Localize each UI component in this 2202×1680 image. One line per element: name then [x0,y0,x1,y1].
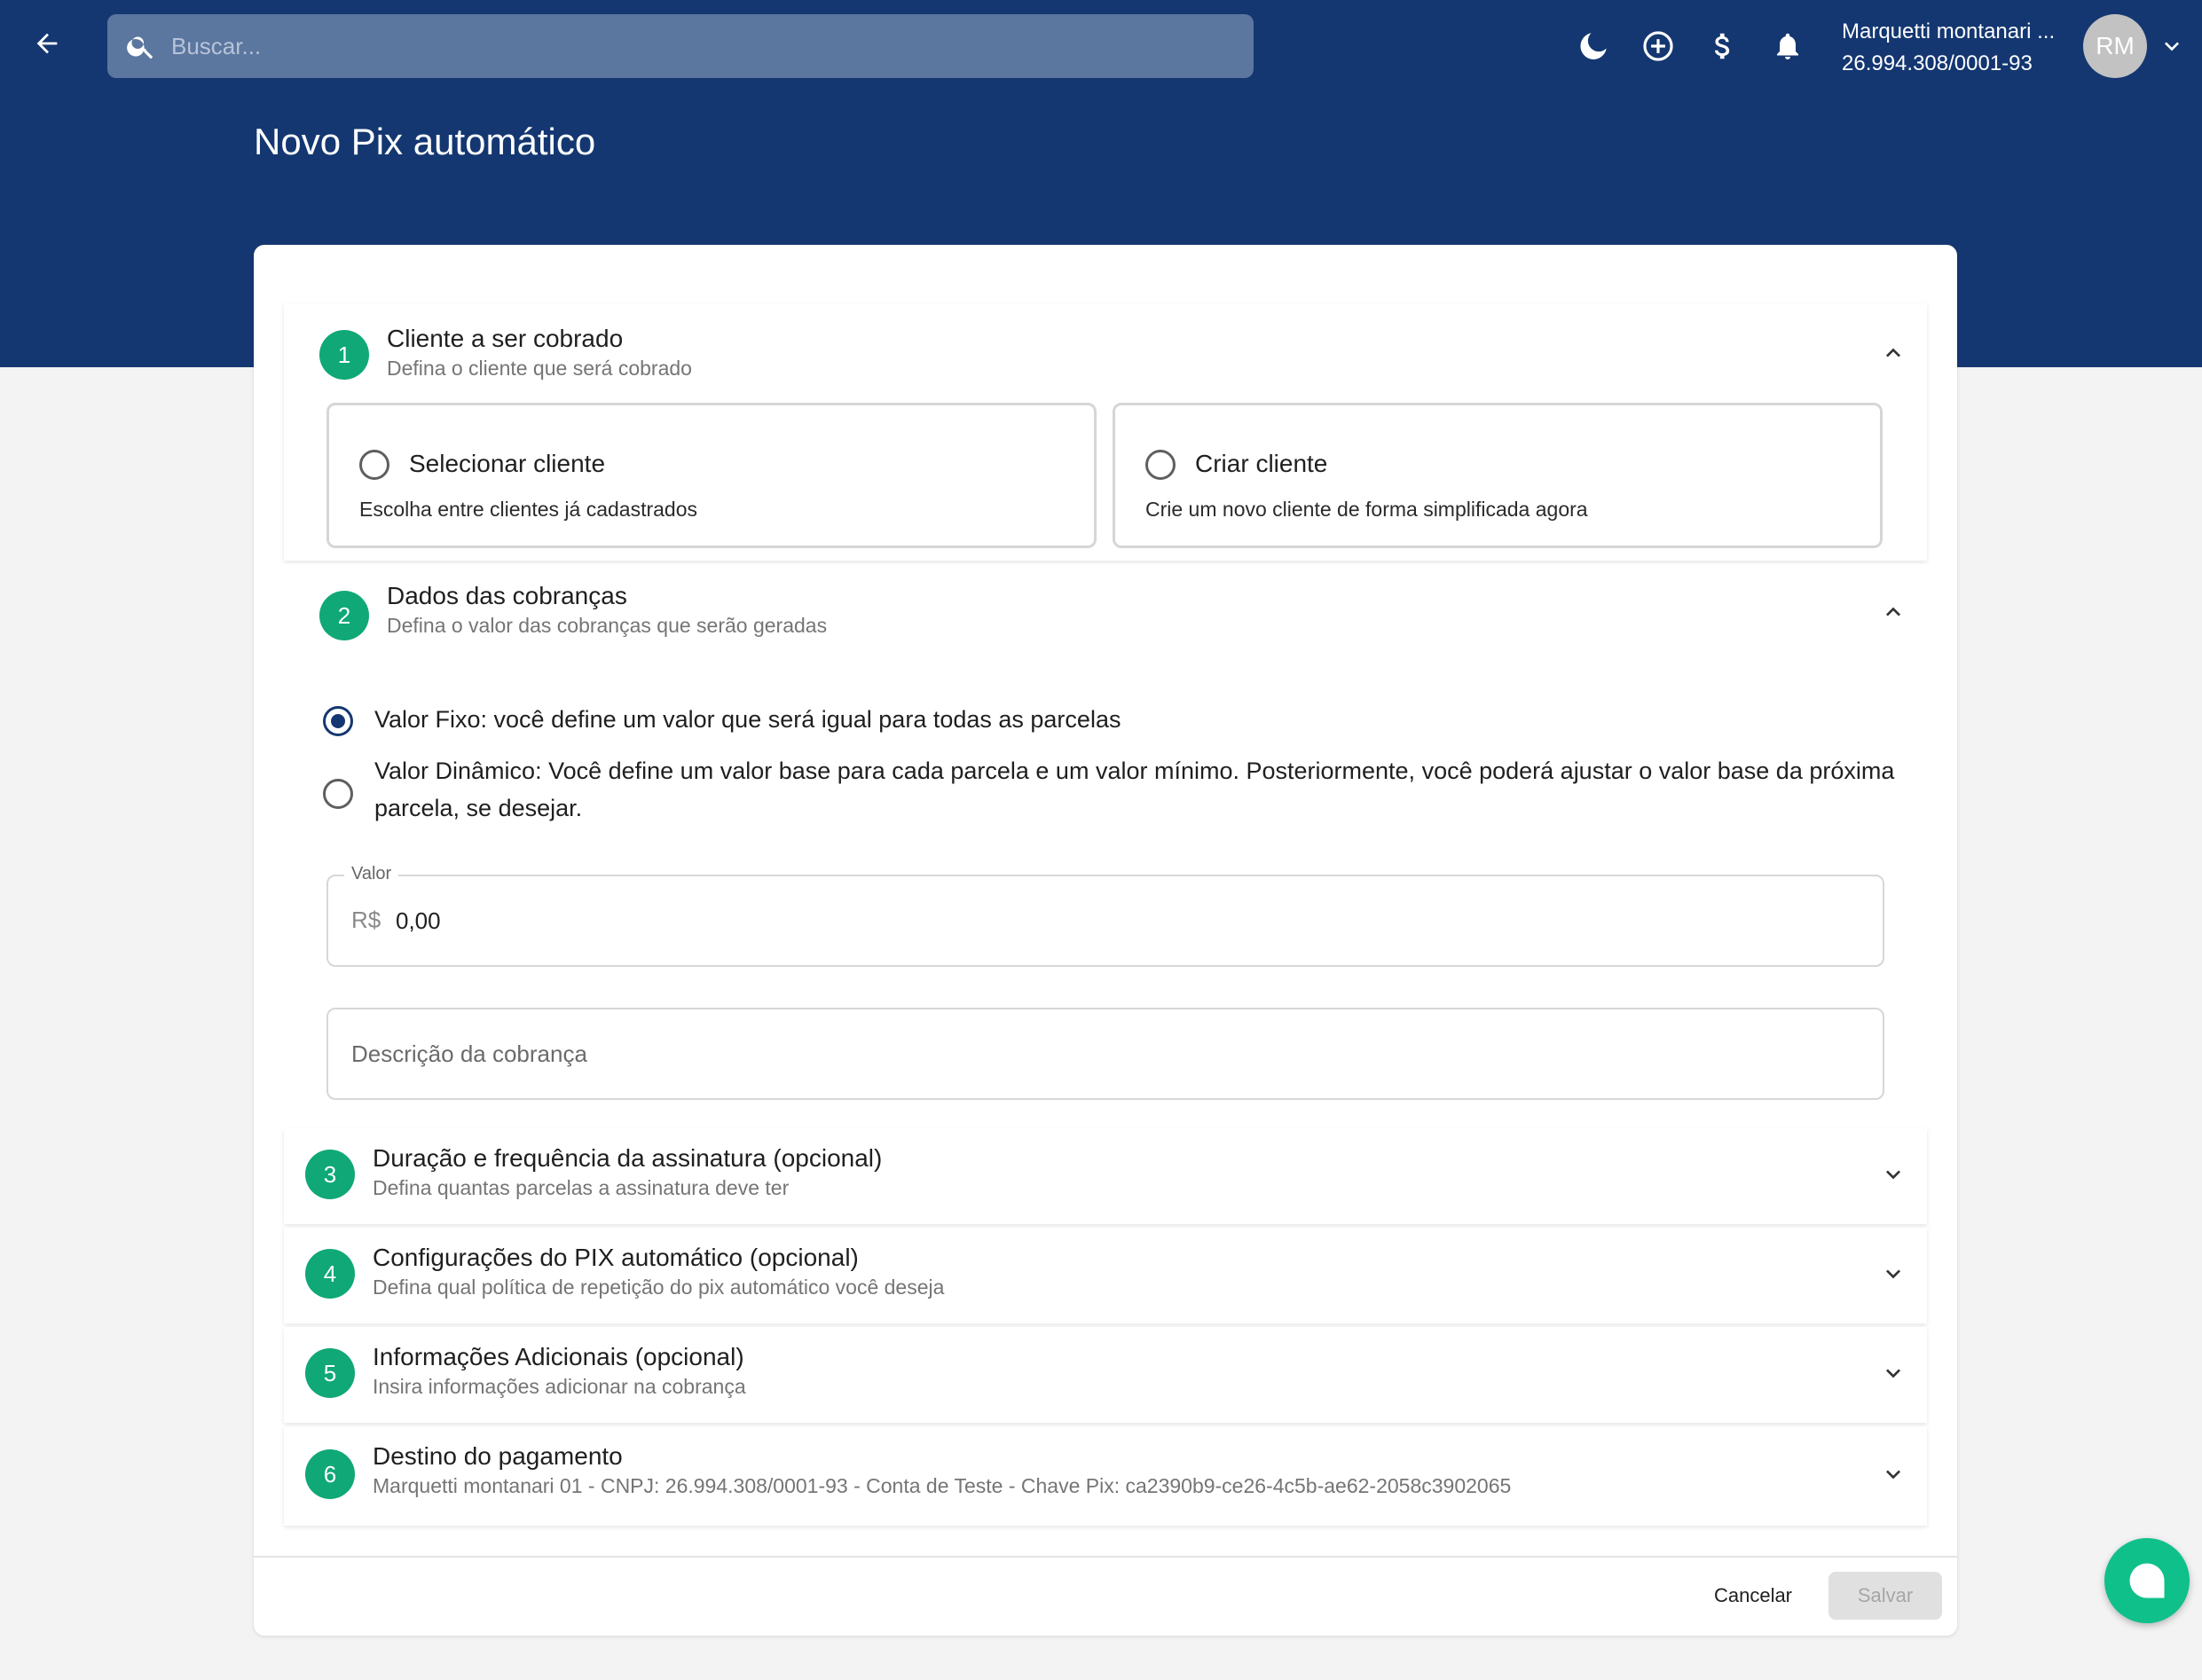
plus-circle-icon [1643,31,1673,61]
search-icon [127,36,153,59]
option-title: Criar cliente [1195,450,1328,477]
radio-select-client[interactable] [359,450,389,480]
dollar-icon [1714,33,1730,59]
section-subtitle: Marquetti montanari 01 - CNPJ: 26.994.30… [373,1474,1512,1497]
section-title: Configurações do PIX automático (opciona… [373,1244,859,1271]
section-payment-destination[interactable]: 6 Destino do pagamento Marquetti montana… [284,1426,1927,1526]
avatar[interactable]: RM [2083,14,2147,78]
option-create-client[interactable]: Criar cliente Crie um novo cliente de fo… [1113,403,1883,548]
amount-input[interactable] [396,901,1851,940]
collapse-button[interactable] [1879,339,1907,372]
option-select-client[interactable]: Selecionar cliente Escolha entre cliente… [326,403,1097,548]
create-button[interactable] [1639,27,1678,66]
search-input[interactable] [171,32,1236,60]
step-badge: 5 [305,1348,355,1398]
collapse-button[interactable] [1879,598,1907,631]
bell-icon [1777,33,1798,59]
section-title: Cliente a ser cobrado [387,325,624,352]
section-duration[interactable]: 3 Duração e frequência da assinatura (op… [284,1128,1927,1224]
radio-dynamic-value[interactable] [323,779,353,809]
step-badge: 4 [305,1249,355,1299]
footer-divider [254,1556,1957,1558]
page-title: Novo Pix automático [254,121,596,162]
option-title: Selecionar cliente [409,450,606,477]
option-description: Escolha entre clientes já cadastrados [359,498,697,521]
radio-dynamic-label: Valor Dinâmico: Você define um valor bas… [374,758,1895,821]
option-description: Crie um novo cliente de forma simplifica… [1145,498,1588,521]
section-subtitle: Defina qual política de repetição do pix… [373,1276,945,1299]
chevron-down-icon [1886,1170,1900,1180]
chat-icon [2129,1563,2165,1598]
search-bar[interactable] [107,14,1254,78]
section-subtitle: Defina o cliente que será cobrado [387,357,692,380]
chevron-up-icon [1886,348,1900,357]
section-charges: 2 Dados das cobranças Defina o valor das… [284,564,1927,1128]
expand-button[interactable] [1879,1160,1907,1193]
form-card: 1 Cliente a ser cobrado Defina o cliente… [254,245,1957,1636]
moon-icon [1580,33,1607,60]
chevron-down-icon [1886,1269,1900,1279]
description-input[interactable] [351,1034,1860,1073]
expand-button[interactable] [1879,1359,1907,1392]
step-badge: 6 [305,1449,355,1499]
section-subtitle: Insira informações adicionar na cobrança [373,1375,746,1398]
dark-mode-toggle[interactable] [1574,27,1613,66]
step-badge: 3 [305,1150,355,1199]
user-name: Marquetti montanari ... [1842,20,2056,43]
save-button[interactable]: Salvar [1828,1572,1942,1620]
user-menu-toggle[interactable] [2158,32,2186,65]
user-info[interactable]: Marquetti montanari ... 26.994.308/0001-… [1842,16,2055,80]
section-client: 1 Cliente a ser cobrado Defina o cliente… [284,303,1927,561]
radio-create-client[interactable] [1145,450,1176,480]
back-button[interactable] [27,23,67,64]
expand-button[interactable] [1879,1460,1907,1493]
notifications-button[interactable] [1768,27,1807,66]
section-additional-info[interactable]: 5 Informações Adicionais (opcional) Insi… [284,1327,1927,1423]
section-title: Dados das cobranças [387,582,627,609]
chat-button[interactable] [2104,1538,2190,1623]
currency-prefix: R$ [351,907,381,933]
expand-button[interactable] [1879,1260,1907,1292]
radio-fixed-value[interactable] [323,706,353,736]
section-pix-settings[interactable]: 4 Configurações do PIX automático (opcio… [284,1228,1927,1323]
chevron-up-icon [1886,607,1900,616]
amount-field[interactable]: Valor R$ [326,864,1884,967]
cancel-button[interactable]: Cancelar [1696,1572,1810,1620]
step-badge: 2 [319,591,369,640]
section-subtitle: Defina o valor das cobranças que serão g… [387,614,828,637]
user-document: 26.994.308/0001-93 [1842,51,2033,75]
section-title: Destino do pagamento [373,1442,623,1470]
section-title: Informações Adicionais (opcional) [373,1343,744,1370]
step-badge: 1 [319,330,369,380]
section-title: Duração e frequência da assinatura (opci… [373,1144,883,1172]
arrow-left-icon [36,33,58,54]
description-field[interactable] [326,1008,1884,1100]
chevron-down-icon [2165,42,2179,51]
chevron-down-icon [1886,1369,1900,1378]
radio-fixed-label: Valor Fixo: você define um valor que ser… [374,706,1121,733]
section-subtitle: Defina quantas parcelas a assinatura dev… [373,1176,790,1199]
finance-button[interactable] [1703,27,1742,66]
amount-label: Valor [344,864,399,884]
chevron-down-icon [1886,1470,1900,1480]
